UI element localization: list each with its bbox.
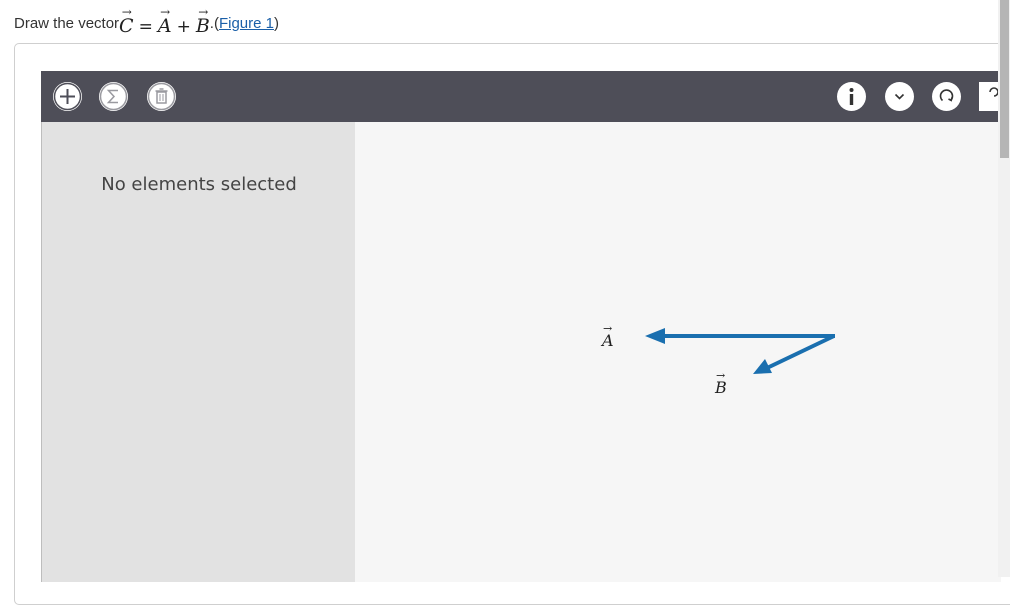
info-button[interactable] <box>837 82 866 111</box>
add-vector-button[interactable] <box>53 82 82 111</box>
properties-sidebar: No elements selected <box>41 122 356 582</box>
scrollbar-thumb[interactable] <box>1000 0 1009 158</box>
toolbar <box>41 71 1001 122</box>
options-dropdown-button[interactable] <box>885 82 914 111</box>
figure-link[interactable]: Figure 1 <box>219 15 274 32</box>
vector-sum-button[interactable] <box>99 82 128 111</box>
chevron-down-icon <box>886 83 913 110</box>
equals-sign: = <box>138 17 153 37</box>
drawing-canvas[interactable]: → A → B <box>355 122 1001 582</box>
info-icon <box>838 83 865 110</box>
vector-drawing-tool: No elements selected → A → B <box>41 71 1001 591</box>
delete-button[interactable] <box>147 82 176 111</box>
vector-b[interactable] <box>753 334 835 374</box>
trash-icon <box>147 82 176 111</box>
sigma-icon <box>99 82 128 111</box>
paren-close: ) <box>274 14 279 32</box>
vectors-svg <box>645 328 835 374</box>
vector-a-label: → A <box>602 322 614 350</box>
vector-equation: → C = → A + → B <box>119 5 210 37</box>
reset-icon <box>933 83 960 110</box>
reset-button[interactable] <box>932 82 961 111</box>
vector-a-symbol: → A <box>157 5 172 37</box>
plus-sign: + <box>176 17 191 37</box>
page-scrollbar[interactable] <box>998 0 1010 577</box>
question-text: Draw the vector → C = → A + → B . (Figure 1) <box>14 5 279 37</box>
vector-c-symbol: → C <box>119 5 134 37</box>
vector-a[interactable] <box>645 328 835 344</box>
plus-icon <box>53 82 82 111</box>
question-prefix: Draw the vector <box>14 14 120 32</box>
vector-b-symbol: → B <box>195 5 210 37</box>
no-elements-message: No elements selected <box>101 174 297 195</box>
vector-b-label: → B <box>715 369 727 397</box>
